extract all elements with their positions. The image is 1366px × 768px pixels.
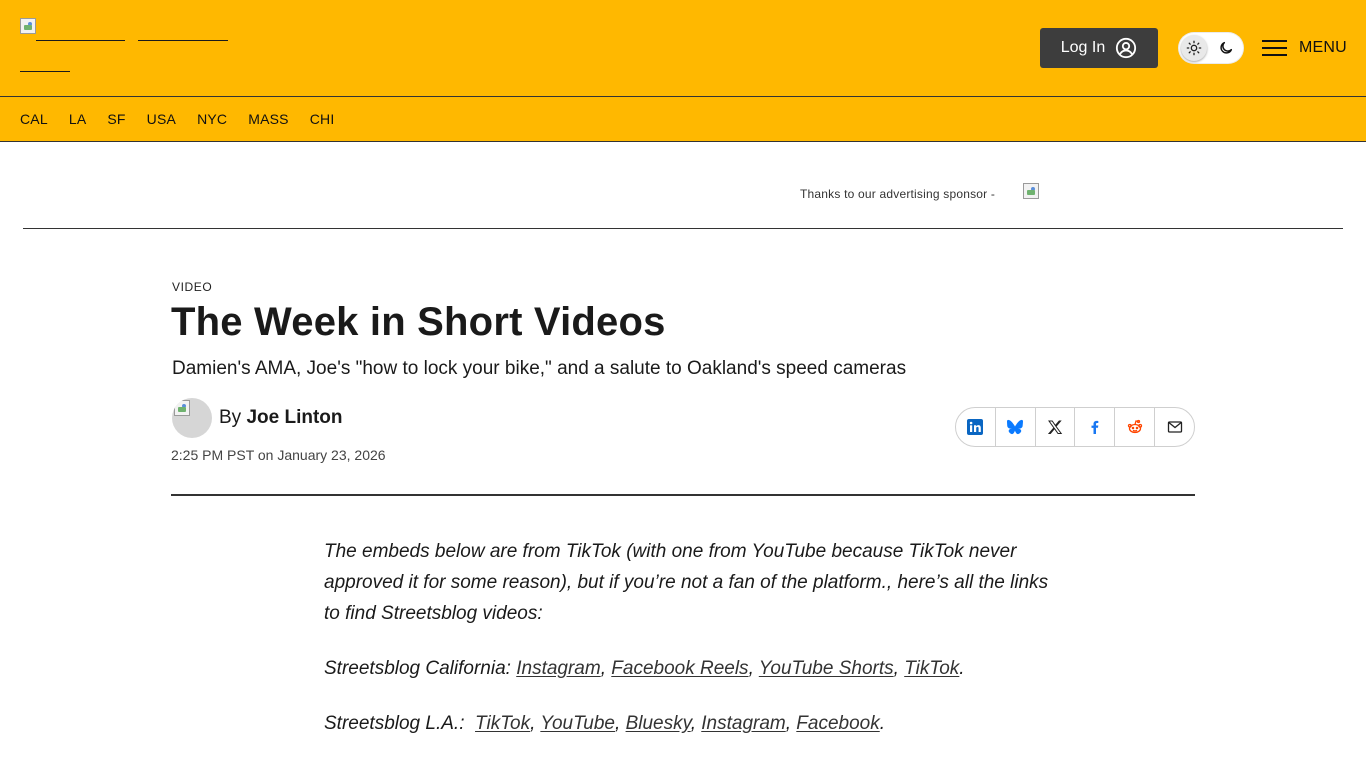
link-bluesky[interactable]: Bluesky xyxy=(626,713,691,734)
links-california: Streetsblog California: Instagram, Faceb… xyxy=(324,658,965,679)
share-bluesky-button[interactable] xyxy=(996,408,1036,446)
share-facebook-button[interactable] xyxy=(1075,408,1116,446)
theme-toggle[interactable] xyxy=(1178,32,1244,64)
author-link[interactable]: Joe Linton xyxy=(246,407,342,428)
link-instagram[interactable]: Instagram xyxy=(701,713,785,734)
share-x-button[interactable] xyxy=(1036,408,1076,446)
divider xyxy=(171,494,1195,496)
bluesky-icon xyxy=(1007,419,1024,435)
nav-item-cal[interactable]: CAL xyxy=(20,111,48,127)
facebook-icon xyxy=(1091,420,1099,434)
link-facebook[interactable]: Facebook xyxy=(796,713,879,734)
nav-item-chi[interactable]: CHI xyxy=(310,111,335,127)
link-tiktok[interactable]: TikTok xyxy=(904,658,959,679)
nav-item-usa[interactable]: USA xyxy=(147,111,176,127)
byline-prefix: By xyxy=(219,407,247,428)
sponsor-text: Thanks to our advertising sponsor - xyxy=(800,187,996,201)
nav-item-nyc[interactable]: NYC xyxy=(197,111,227,127)
article-subtitle: Damien's AMA, Joe's "how to lock your bi… xyxy=(172,358,907,379)
link-youtube-shorts[interactable]: YouTube Shorts xyxy=(759,658,894,679)
user-icon xyxy=(1116,37,1137,59)
site-logo[interactable] xyxy=(20,18,230,78)
moon-icon xyxy=(1220,41,1233,54)
links-label: Streetsblog California: xyxy=(324,658,517,679)
login-button[interactable]: Log In xyxy=(1040,28,1158,68)
sponsor-image-icon[interactable] xyxy=(1023,183,1039,199)
linkedin-icon xyxy=(967,419,984,435)
article-category[interactable]: VIDEO xyxy=(172,280,212,294)
nav-item-mass[interactable]: MASS xyxy=(248,111,288,127)
reddit-icon xyxy=(1127,419,1142,434)
nav-item-sf[interactable]: SF xyxy=(107,111,125,127)
theme-toggle-knob xyxy=(1181,35,1207,61)
menu-label: MENU xyxy=(1299,39,1347,56)
login-label: Log In xyxy=(1060,39,1106,56)
link-tiktok[interactable]: TikTok xyxy=(475,713,530,734)
byline: By Joe Linton xyxy=(219,407,343,429)
x-icon xyxy=(1047,420,1063,434)
share-linkedin-button[interactable] xyxy=(956,408,996,446)
email-icon xyxy=(1167,421,1182,433)
share-email-button[interactable] xyxy=(1155,408,1194,446)
publish-date: 2:25 PM PST on January 23, 2026 xyxy=(171,447,386,463)
menu-button[interactable]: MENU xyxy=(1262,36,1347,60)
site-header: Log In MENU xyxy=(0,0,1366,96)
author-avatar[interactable] xyxy=(172,398,212,438)
link-instagram[interactable]: Instagram xyxy=(516,658,600,679)
link-youtube[interactable]: YouTube xyxy=(540,713,615,734)
sun-icon xyxy=(1186,40,1202,56)
logo-image-icon xyxy=(20,18,36,34)
hamburger-icon xyxy=(1262,40,1287,56)
region-nav: CAL LA SF USA NYC MASS CHI xyxy=(0,96,1366,142)
avatar-image-icon xyxy=(174,400,190,416)
links-la: Streetsblog L.A.: TikTok, YouTube, Blues… xyxy=(324,713,886,734)
divider xyxy=(23,228,1343,229)
links-label: Streetsblog L.A.: xyxy=(324,713,476,734)
article-intro: The embeds below are from TikTok (with o… xyxy=(324,541,1049,624)
article-title: The Week in Short Videos xyxy=(171,300,666,344)
nav-item-la[interactable]: LA xyxy=(69,111,87,127)
link-facebook-reels[interactable]: Facebook Reels xyxy=(611,658,748,679)
share-reddit-button[interactable] xyxy=(1115,408,1156,446)
share-bar xyxy=(955,407,1195,447)
